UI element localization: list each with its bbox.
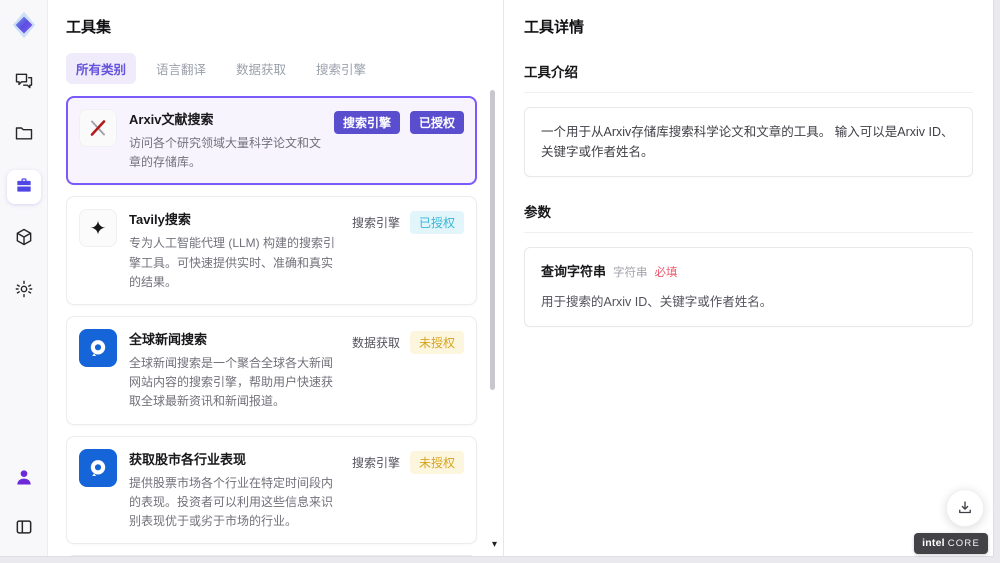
auth-status-badge: 已授权: [409, 111, 464, 134]
intro-heading: 工具介绍: [524, 61, 973, 93]
tool-badges: 搜索引擎 已授权: [351, 209, 464, 235]
sidebar-item-toolbox[interactable]: [6, 170, 41, 204]
intel-badge-word: intel: [922, 537, 945, 549]
tool-card-1[interactable]: ✦ Tavily搜索专为人工智能代理 (LLM) 构建的搜索引擎工具。可快速提供实…: [66, 196, 477, 305]
blue-search-icon: [79, 448, 117, 487]
folder-icon: [14, 123, 34, 148]
gear-icon: [14, 279, 34, 304]
tab-category-0[interactable]: 所有类别: [66, 53, 137, 84]
category-tabs: 所有类别 语言翻译 数据获取 搜索引擎: [66, 53, 503, 84]
tool-info: 获取股市各行业表现提供股票市场各个行业在特定时间段内的表现。投资者可以利用这些信…: [129, 449, 340, 532]
tool-list: Arxiv文献搜索 访问各个研究领域大量科学论文和文章的存储库。 搜索引擎 已授权 ✦ T…: [66, 94, 503, 556]
page-title: 工具集: [66, 19, 112, 36]
tab-category-3[interactable]: 搜索引擎: [306, 53, 376, 84]
detail-title: 工具详情: [524, 19, 585, 36]
tool-info: Arxiv文献搜索访问各个研究领域大量科学论文和文章的存储库。: [129, 109, 322, 172]
tool-detail-panel: 工具详情 工具介绍 一个用于从Arxiv存储库搜索科学论文和文章的工具。 输入可…: [504, 0, 993, 556]
param-box: 查询字符串 字符串 必填 用于搜索的Arxiv ID、关键字或作者姓名。: [524, 247, 973, 327]
tool-card-3[interactable]: 获取股市各行业表现提供股票市场各个行业在特定时间段内的表现。投资者可以利用这些信…: [66, 435, 477, 545]
arxiv-icon: [79, 109, 117, 147]
tool-name: 全球新闻搜索: [129, 331, 208, 347]
tool-info: 全球新闻搜索全球新闻搜索是一个聚合全球各大新闻网站内容的搜索引擎，帮助用户快速获…: [129, 329, 340, 412]
category-badge: 搜索引擎: [351, 216, 400, 231]
intro-box: 一个用于从Arxiv存储库搜索科学论文和文章的工具。 输入可以是Arxiv ID…: [524, 107, 973, 177]
scrollbar-thumb[interactable]: [490, 90, 495, 390]
app-logo-icon: [9, 10, 39, 40]
category-badge: 搜索引擎: [333, 111, 400, 134]
tool-badges: 搜索引擎 未授权: [352, 449, 464, 474]
tools-panel: 工具集 所有类别 语言翻译 数据获取 搜索引擎 Arxiv文献搜索 访问各个研究领域大量…: [48, 0, 504, 556]
auth-status-badge: 未授权: [409, 330, 464, 354]
cube-icon: [14, 227, 34, 252]
sidebar: [0, 0, 48, 556]
tool-description: 提供股票市场各个行业在特定时间段内的表现。投资者可以利用这些信息来识别表现优于或…: [129, 475, 334, 528]
tool-card-0[interactable]: Arxiv文献搜索访问各个研究领域大量科学论文和文章的存储库。 搜索引擎 已授权: [66, 96, 477, 186]
star-icon: ✦: [79, 209, 117, 248]
intel-badge-core: CORE: [947, 538, 980, 549]
chat-icon: [14, 71, 34, 96]
category-badge: 搜索引擎: [351, 455, 400, 470]
tool-name: Arxiv文献搜索: [129, 112, 214, 127]
tool-card-4[interactable]: 获取市场最活跃股票信息提供当天交易量最高的股票列表。投资者可以利用这些信息来识别…: [66, 555, 477, 556]
tool-description: 访问各个研究领域大量科学论文和文章的存储库。: [129, 136, 322, 170]
param-type: 字符串: [613, 267, 648, 279]
tool-description: 专为人工智能代理 (LLM) 构建的搜索引擎工具。可快速提供实时、准确和真实的结…: [129, 236, 336, 289]
params-heading: 参数: [524, 201, 973, 233]
sidebar-bottom: [7, 460, 41, 544]
tab-category-2[interactable]: 数据获取: [226, 53, 296, 84]
tool-name: Tavily搜索: [129, 212, 191, 228]
scrollbar[interactable]: [490, 88, 495, 550]
auth-status-badge: 未授权: [409, 450, 464, 474]
scroll-down-arrow-icon[interactable]: ▾: [492, 540, 497, 550]
toolbox-icon: [14, 175, 34, 200]
download-button[interactable]: [946, 489, 984, 527]
tab-category-1[interactable]: 语言翻译: [146, 53, 216, 84]
app-window: 工具集 所有类别 语言翻译 数据获取 搜索引擎 Arxiv文献搜索 访问各个研究领域大量…: [0, 0, 994, 557]
sidebar-nav: [6, 66, 41, 308]
tool-card-2[interactable]: 全球新闻搜索全球新闻搜索是一个聚合全球各大新闻网站内容的搜索引擎，帮助用户快速获…: [66, 315, 477, 425]
category-badge: 数据获取: [351, 335, 400, 350]
param-name: 查询字符串: [541, 264, 607, 279]
sidebar-item-settings[interactable]: [7, 274, 41, 308]
collapse-panel-icon[interactable]: [7, 510, 41, 544]
param-description: 用于搜索的Arxiv ID、关键字或作者姓名。: [541, 294, 773, 309]
tool-description: 全球新闻搜索是一个聚合全球各大新闻网站内容的搜索引擎，帮助用户快速获取全球最新资…: [129, 355, 334, 409]
auth-status-badge: 已授权: [409, 211, 464, 235]
tool-name: 获取股市各行业表现: [129, 451, 247, 467]
sidebar-item-chat[interactable]: [7, 66, 41, 100]
tool-info: Tavily搜索专为人工智能代理 (LLM) 构建的搜索引擎工具。可快速提供实时…: [129, 209, 340, 292]
param-required-flag: 必填: [654, 267, 678, 279]
tool-badges: 搜索引擎 已授权: [333, 109, 464, 134]
user-avatar-icon[interactable]: [7, 460, 41, 494]
blue-search-icon: [79, 328, 117, 367]
intel-core-badge: intel CORE: [914, 533, 988, 554]
tool-badges: 数据获取 未授权: [352, 329, 464, 354]
sidebar-item-folder[interactable]: [7, 118, 41, 152]
sidebar-item-cube[interactable]: [7, 222, 41, 256]
